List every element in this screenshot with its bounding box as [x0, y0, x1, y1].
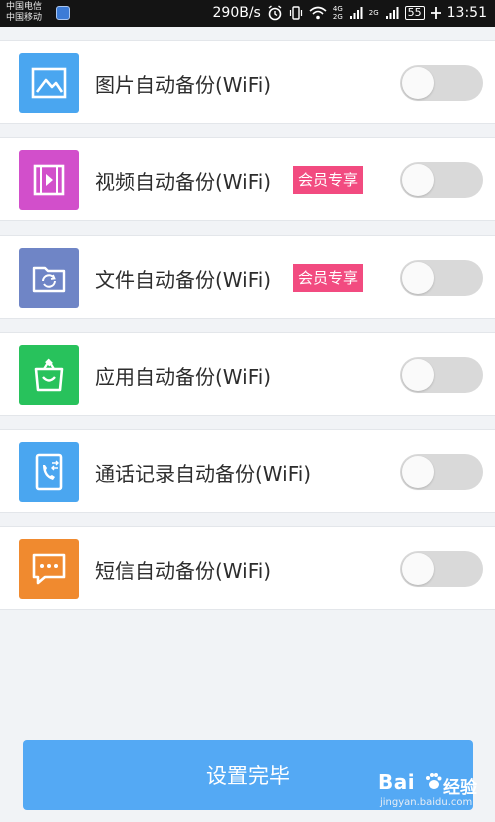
phone-log-icon: [19, 442, 79, 502]
toggle-knob: [402, 67, 434, 99]
toggle-switch-videos[interactable]: [400, 162, 483, 198]
alarm-icon: [268, 5, 282, 21]
signal-icon-2: [385, 7, 399, 19]
toggle-knob: [402, 164, 434, 196]
carrier-labels: 中国电信 中国移动: [6, 2, 42, 24]
backup-row-photos: 图片自动备份(WiFi): [0, 40, 495, 124]
carrier-2: 中国移动: [6, 13, 43, 23]
signal-icon-1: [349, 7, 363, 19]
backup-row-files: 文件自动备份(WiFi) 会员专享: [0, 235, 495, 319]
backup-row-sms: 短信自动备份(WiFi): [0, 526, 495, 610]
status-bar: 中国电信 中国移动 290B/s 4G 2G 2G 55 13:51: [0, 0, 495, 27]
backup-row-apps: 应用自动备份(WiFi): [0, 332, 495, 416]
backup-label-videos: 视频自动备份(WiFi): [95, 170, 272, 194]
toggle-knob: [402, 456, 434, 488]
watermark-brand: Bai: [378, 770, 416, 794]
toggle-knob: [402, 553, 434, 585]
backup-row-videos: 视频自动备份(WiFi) 会员专享: [0, 137, 495, 221]
carrier-app-icon: [56, 6, 70, 20]
vip-badge-videos: 会员专享: [293, 166, 364, 194]
clock-time: 13:51: [446, 5, 487, 21]
backup-row-call-log: 通话记录自动备份(WiFi): [0, 429, 495, 513]
backup-label-call-log: 通话记录自动备份(WiFi): [95, 462, 312, 486]
watermark-brand-cn: 经验: [443, 778, 477, 798]
backup-label-sms: 短信自动备份(WiFi): [95, 559, 272, 583]
backup-label-files: 文件自动备份(WiFi): [95, 268, 272, 292]
shopping-bag-icon: [19, 345, 79, 405]
baidu-jingyan-watermark: Bai 经验 jingyan.baidu.com: [378, 770, 488, 818]
carrier-1: 中国电信: [6, 2, 43, 12]
toggle-knob: [402, 262, 434, 294]
image-icon: [19, 53, 79, 113]
paw-icon: [426, 773, 442, 789]
network-type-1: 4G 2G: [332, 5, 343, 21]
toggle-switch-sms[interactable]: [400, 551, 483, 587]
wifi-icon: [309, 6, 327, 20]
charging-icon: [430, 7, 441, 19]
network-speed: 290B/s: [212, 5, 261, 21]
status-indicators: 290B/s 4G 2G 2G 55 13:51: [213, 3, 487, 23]
toggle-switch-photos[interactable]: [400, 65, 483, 101]
backup-label-apps: 应用自动备份(WiFi): [95, 365, 272, 389]
network-type-2: 2G: [368, 9, 379, 17]
backup-label-photos: 图片自动备份(WiFi): [95, 73, 272, 97]
watermark-url: jingyan.baidu.com: [380, 797, 473, 808]
toggle-switch-apps[interactable]: [400, 357, 483, 393]
vibrate-icon: [289, 6, 302, 20]
toggle-switch-files[interactable]: [400, 260, 483, 296]
battery-indicator: 55: [404, 6, 425, 20]
message-icon: [19, 539, 79, 599]
folder-sync-icon: [19, 248, 79, 308]
toggle-knob: [402, 359, 434, 391]
vip-badge-files: 会员专享: [293, 264, 364, 292]
toggle-switch-call-log[interactable]: [400, 454, 483, 490]
video-icon: [19, 150, 79, 210]
